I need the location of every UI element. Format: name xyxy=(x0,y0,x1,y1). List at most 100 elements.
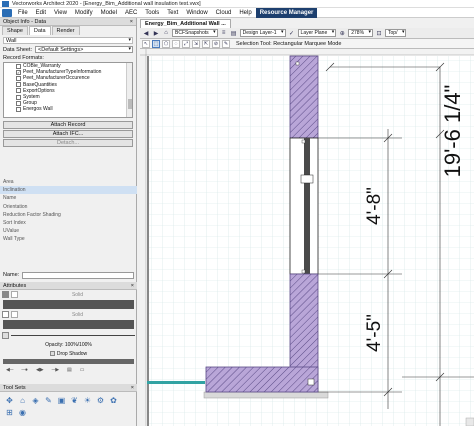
param-sort-index[interactable]: Sort Index xyxy=(0,219,137,227)
record-checkbox[interactable] xyxy=(16,94,21,100)
floor-line[interactable] xyxy=(147,381,205,384)
dims-notes-icon[interactable]: ✎ xyxy=(43,395,54,406)
vertical-ruler[interactable] xyxy=(140,49,146,426)
menu-window[interactable]: Window xyxy=(182,8,211,18)
multiple-object-scaling-icon[interactable]: ⇱ xyxy=(202,39,210,48)
data-sheet-select[interactable]: <Default Settings> xyxy=(35,46,133,53)
record-formats-list[interactable]: COBie_Warranty ✓ Peet_ManufacturerTypeInf… xyxy=(3,62,133,118)
plane-select[interactable]: Layer Plane xyxy=(297,29,337,37)
tab-data[interactable]: Data xyxy=(28,26,51,35)
param-inclination[interactable]: Inclination xyxy=(0,186,137,195)
close-icon[interactable]: × xyxy=(131,384,134,392)
marker-start-icon[interactable]: ◀─ xyxy=(6,367,13,373)
rectangular-marquee-icon[interactable]: ⬚ xyxy=(152,39,160,48)
opacity-label[interactable]: Opacity: 100%/100% xyxy=(45,342,92,348)
menu-edit[interactable]: Edit xyxy=(32,8,50,18)
marker-options-icon[interactable]: ▤ xyxy=(67,367,72,373)
detach-button[interactable]: Detach... xyxy=(3,139,133,147)
machine-design-icon[interactable]: ⚙ xyxy=(95,395,106,406)
attach-ifc-button[interactable]: Attach IFC... xyxy=(3,130,133,138)
basic-tools-icon[interactable]: ✥ xyxy=(4,395,15,406)
menu-file[interactable]: File xyxy=(14,8,32,18)
record-checkbox[interactable] xyxy=(16,63,21,69)
record-checkbox[interactable] xyxy=(16,75,21,81)
param-name[interactable]: Name xyxy=(0,194,137,202)
dimension-total[interactable]: 19'-6 1/4" xyxy=(440,85,465,178)
marker-both-icon[interactable]: ◀▶ xyxy=(36,367,44,373)
selection-arrow-icon[interactable]: ↖ xyxy=(142,39,150,48)
saved-views-icon[interactable]: ⌂ xyxy=(162,29,170,37)
building-shell-icon[interactable]: ⌂ xyxy=(17,395,28,406)
param-orientation[interactable]: Orientation xyxy=(0,203,137,211)
param-reduction-factor-shading[interactable]: Reduction Factor Shading xyxy=(0,211,137,219)
view-icon[interactable]: ⊡ xyxy=(375,29,383,37)
saved-view-select[interactable]: BCFSnapshots xyxy=(172,29,218,37)
list-item[interactable]: Energos Wall xyxy=(4,106,132,112)
dimension-sill[interactable]: 4'-5" xyxy=(364,314,385,352)
record-checkbox[interactable] xyxy=(16,88,21,94)
menu-tools[interactable]: Tools xyxy=(141,8,163,18)
tab-document[interactable]: Energy_Bim_Additional Wall ... xyxy=(140,19,231,28)
param-wall-type[interactable]: Wall Type xyxy=(0,235,137,243)
record-list-scrollbar[interactable] xyxy=(126,63,132,117)
space-planning-icon[interactable]: ⊞ xyxy=(4,407,15,418)
furniture-icon[interactable]: ▣ xyxy=(56,395,67,406)
drawing-canvas[interactable]: 19'-6 1/4" 4'-8" 4'-5" xyxy=(140,49,474,426)
standard-view-select[interactable]: Top/ xyxy=(385,29,407,37)
drop-shadow-checkbox[interactable] xyxy=(49,351,55,356)
drawing-area[interactable]: 19'-6 1/4" 4'-8" 4'-5" xyxy=(140,49,474,426)
menu-modify[interactable]: Modify xyxy=(71,8,97,18)
detailing-icon[interactable]: ◈ xyxy=(30,395,41,406)
menu-resource-manager[interactable]: Resource Manager xyxy=(255,7,318,18)
disable-interactive-scaling-icon[interactable]: ⤢ xyxy=(182,39,190,48)
site-planning-icon[interactable]: ❦ xyxy=(69,395,80,406)
wall-horizontal[interactable] xyxy=(205,366,319,393)
close-icon[interactable]: × xyxy=(130,18,133,26)
marker-extra-icon[interactable]: ▭ xyxy=(80,367,85,373)
back-icon[interactable]: ◀ xyxy=(142,29,150,37)
lasso-marquee-icon[interactable]: ◌ xyxy=(172,39,180,48)
marker-icon[interactable]: ─● xyxy=(21,367,28,373)
fill-swatch[interactable] xyxy=(3,300,134,309)
pen-swatch[interactable] xyxy=(3,320,134,329)
horizontal-ruler[interactable] xyxy=(140,49,474,55)
marker-end-icon[interactable]: ─▶ xyxy=(52,367,59,373)
active-layer-select[interactable]: Design Layer-1 xyxy=(239,29,286,37)
menu-aec[interactable]: AEC xyxy=(121,8,141,18)
shadow-swatch[interactable] xyxy=(3,359,134,364)
class-icon[interactable]: ✓ xyxy=(288,29,296,37)
tab-shape[interactable]: Shape xyxy=(2,26,28,35)
name-input[interactable] xyxy=(22,271,134,279)
menu-view[interactable]: View xyxy=(50,8,71,18)
record-checkbox[interactable] xyxy=(16,100,21,106)
menu-model[interactable]: Model xyxy=(97,8,121,18)
line-type-preview[interactable] xyxy=(11,334,135,336)
fill-style-label[interactable]: Solid xyxy=(20,292,135,298)
scroll-corner[interactable] xyxy=(465,417,474,426)
menu-help[interactable]: Help xyxy=(235,8,255,18)
single-object-scaling-icon[interactable]: ⇲ xyxy=(192,39,200,48)
dimension-window[interactable]: 4'-8" xyxy=(364,187,385,225)
record-checkbox[interactable] xyxy=(16,82,21,88)
pen-style-label[interactable]: Solid xyxy=(20,312,135,318)
scrollbar-thumb[interactable] xyxy=(128,99,132,109)
forward-icon[interactable]: ▶ xyxy=(152,29,160,37)
more-tools-icon[interactable]: ◉ xyxy=(17,407,28,418)
landscape-icon[interactable]: ✿ xyxy=(108,395,119,406)
param-area[interactable]: Area xyxy=(0,178,137,186)
layer-options-icon[interactable]: ▤ xyxy=(230,29,238,37)
param-uvalue[interactable]: UValue xyxy=(0,227,137,235)
record-checkbox[interactable] xyxy=(16,106,21,112)
polygon-marquee-icon[interactable]: ⬠ xyxy=(162,39,170,48)
fill-by-class-icon[interactable] xyxy=(11,291,18,298)
object-type-field[interactable]: Wall xyxy=(3,37,133,44)
zoom-icon[interactable]: ⊕ xyxy=(338,29,346,37)
zoom-select[interactable]: 278% xyxy=(348,29,374,37)
tab-render[interactable]: Render xyxy=(51,26,80,35)
pen-by-class-icon[interactable] xyxy=(11,311,18,318)
window-frame[interactable] xyxy=(304,138,310,274)
wall-upper[interactable] xyxy=(289,55,319,139)
menu-text[interactable]: Text xyxy=(163,8,182,18)
slab-edge[interactable] xyxy=(203,391,329,399)
layers-icon[interactable]: ≡ xyxy=(220,29,228,37)
